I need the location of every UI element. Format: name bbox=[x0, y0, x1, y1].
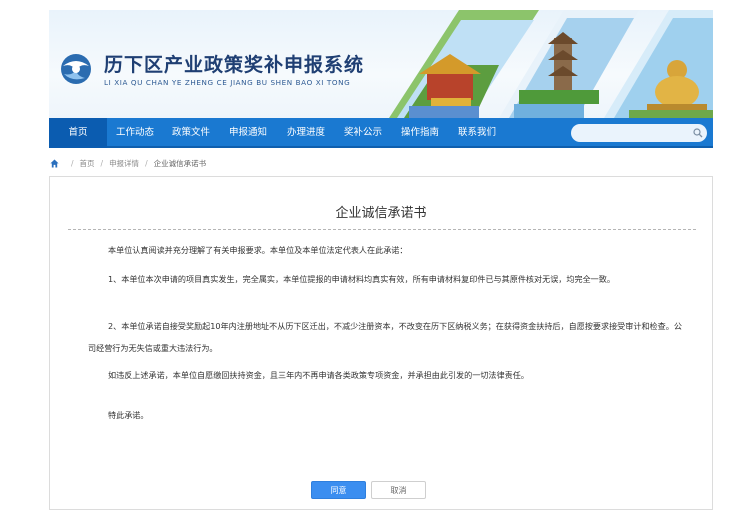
banner-scenery-image bbox=[389, 10, 713, 118]
main-nav: 首页 工作动态 政策文件 申报通知 办理进度 奖补公示 操作指南 联系我们 bbox=[49, 118, 713, 148]
agree-button[interactable]: 同意 bbox=[311, 481, 366, 499]
paragraph-breach: 如违反上述承诺，本单位自愿缴回扶持资金，且三年内不再申请各类政策专项资金，并承担… bbox=[108, 370, 529, 380]
breadcrumb: / 首页 / 申报详情 / 企业诚信承诺书 bbox=[50, 156, 206, 170]
globe-logo-icon bbox=[61, 54, 91, 84]
site-title: 历下区产业政策奖补申报系统 bbox=[104, 54, 365, 76]
breadcrumb-separator: / bbox=[100, 158, 104, 168]
document-title: 企业诚信承诺书 bbox=[335, 206, 427, 221]
nav-item-progress[interactable]: 办理进度 bbox=[277, 118, 335, 148]
cancel-button[interactable]: 取消 bbox=[371, 481, 426, 499]
header-banner: 历下区产业政策奖补申报系统 LI XIA QU CHAN YE ZHENG CE… bbox=[49, 10, 713, 118]
breadcrumb-application-detail[interactable]: 申报详情 bbox=[109, 158, 139, 169]
nav-item-award-publicity[interactable]: 奖补公示 bbox=[335, 118, 391, 148]
nav-item-policy-files[interactable]: 政策文件 bbox=[163, 118, 219, 148]
breadcrumb-separator: / bbox=[145, 158, 148, 168]
nav-item-contact[interactable]: 联系我们 bbox=[449, 118, 505, 148]
home-icon[interactable] bbox=[50, 158, 59, 168]
commitment-card: 企业诚信承诺书 本单位认真阅读并充分理解了有关申报要求。本单位及本单位法定代表人… bbox=[49, 176, 713, 510]
search-input[interactable] bbox=[571, 124, 707, 142]
title-divider bbox=[68, 229, 696, 230]
nav-item-work-news[interactable]: 工作动态 bbox=[107, 118, 163, 148]
breadcrumb-home[interactable]: 首页 bbox=[80, 158, 95, 169]
breadcrumb-current: 企业诚信承诺书 bbox=[153, 158, 207, 168]
paragraph-closing: 特此承诺。 bbox=[108, 410, 149, 420]
search-icon[interactable] bbox=[693, 128, 703, 138]
paragraph-item-2: 2、本单位承诺自接受奖励起10年内注册地址不从历下区迁出，不减少注册资本，不改变… bbox=[88, 321, 682, 353]
nav-item-application-notice[interactable]: 申报通知 bbox=[219, 118, 277, 148]
paragraph-intro: 本单位认真阅读并充分理解了有关申报要求。本单位及本单位法定代表人在此承诺： bbox=[108, 245, 408, 255]
breadcrumb-separator: / bbox=[71, 158, 74, 168]
nav-item-guide[interactable]: 操作指南 bbox=[391, 118, 449, 148]
nav-item-home[interactable]: 首页 bbox=[49, 118, 107, 148]
paragraph-item-1: 1、本单位本次申请的项目真实发生，完全属实，本单位提报的申请材料均真实有效，所有… bbox=[108, 274, 615, 284]
site-subtitle: LI XIA QU CHAN YE ZHENG CE JIANG BU SHEN… bbox=[104, 78, 351, 87]
